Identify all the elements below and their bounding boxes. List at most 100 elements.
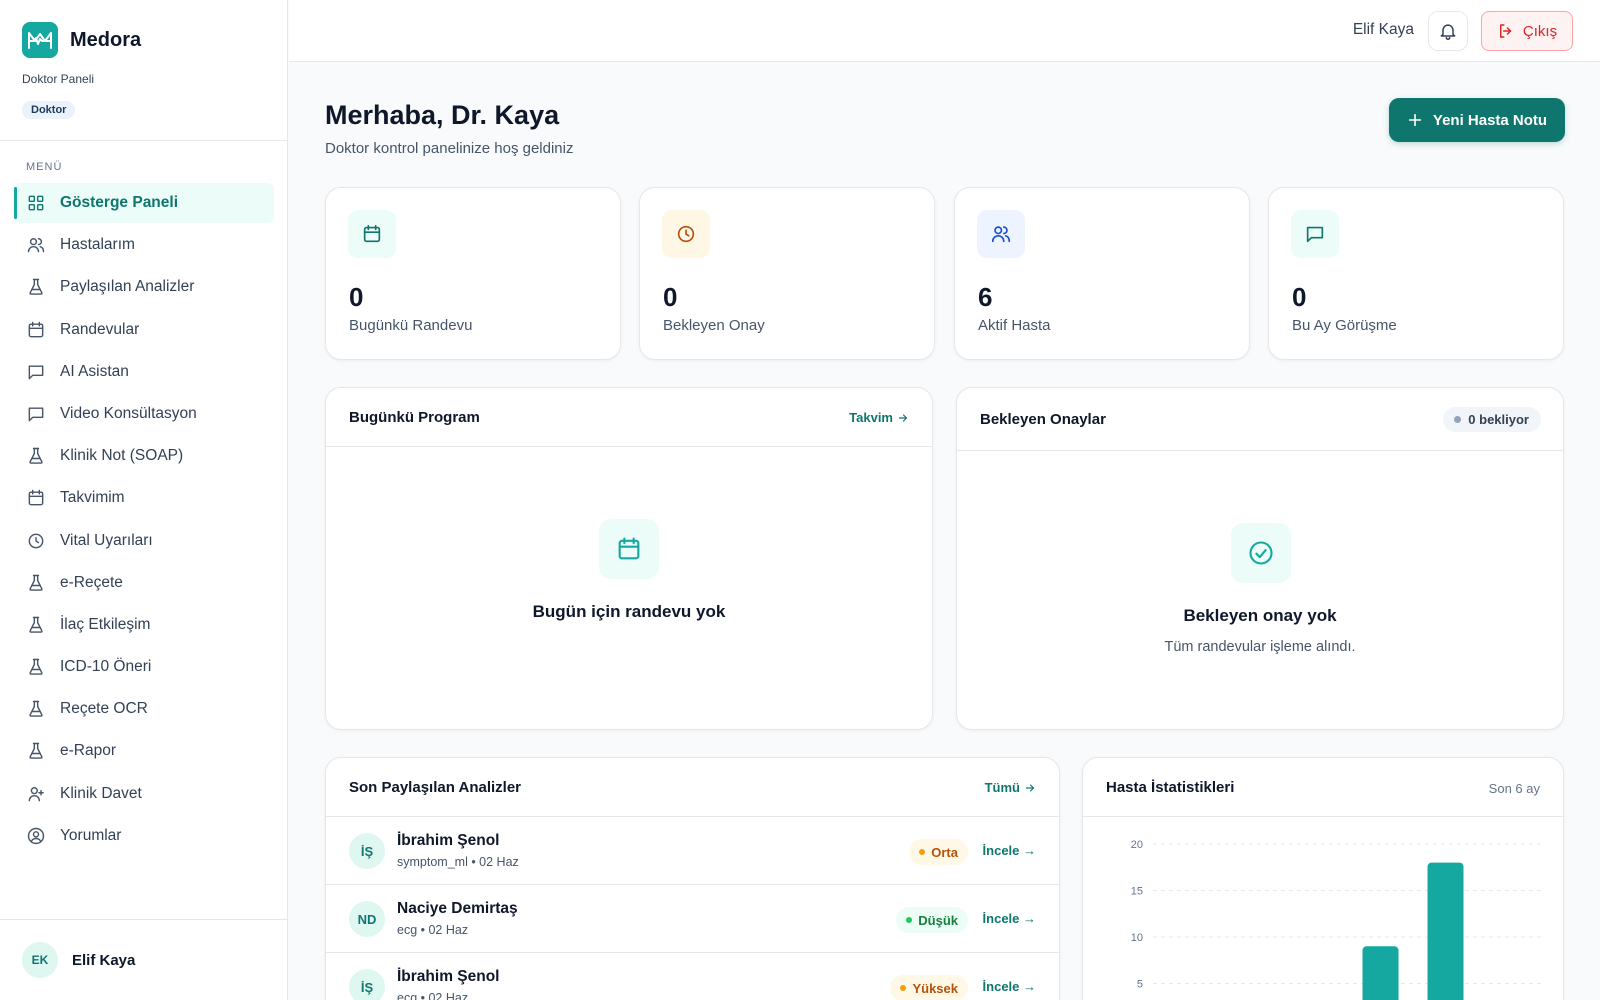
all-analyses-link[interactable]: Tümü bbox=[985, 780, 1036, 795]
sidebar-user[interactable]: EK Elif Kaya bbox=[22, 942, 135, 978]
sidebar-item-label: Reçete OCR bbox=[60, 700, 148, 718]
empty-state-subtitle: Tüm randevular işleme alındı. bbox=[1164, 639, 1356, 655]
avatar: İŞ bbox=[349, 833, 385, 869]
patient-name: İbrahim Şenol bbox=[397, 832, 500, 849]
menu-label: MENÜ bbox=[26, 161, 63, 173]
calendar-icon bbox=[28, 490, 44, 506]
card-title: Hasta İstatistikleri bbox=[1106, 779, 1235, 796]
avatar: EK bbox=[22, 942, 58, 978]
patient-name: İbrahim Şenol bbox=[397, 968, 500, 985]
sidebar-item-i-laç-etkileşim[interactable]: İlaç Etkileşim bbox=[14, 605, 274, 645]
flask-icon bbox=[29, 658, 43, 675]
logout-icon bbox=[1499, 24, 1512, 38]
status-dot bbox=[919, 849, 926, 855]
sidebar-item-yorumlar[interactable]: Yorumlar bbox=[14, 816, 274, 856]
sidebar-footer-divider bbox=[0, 919, 288, 920]
chart-bar[interactable] bbox=[1427, 862, 1464, 1000]
topbar-user-name[interactable]: Elif Kaya bbox=[1353, 21, 1414, 39]
avatar: ND bbox=[349, 901, 385, 937]
list-item[interactable]: İŞ İbrahim Şenol ecg • 02 Haz Yüksek İnc… bbox=[326, 953, 1059, 1000]
bell-icon bbox=[1440, 24, 1456, 41]
logout-button[interactable]: Çıkış bbox=[1481, 11, 1573, 51]
check-circle-icon bbox=[1231, 523, 1291, 583]
sidebar-item-takvimim[interactable]: Takvimim bbox=[14, 478, 274, 518]
stat-card-active-patients[interactable]: 6 Aktif Hasta bbox=[954, 187, 1250, 360]
sidebar: Medora Doktor Paneli Doktor MENÜ Gösterg… bbox=[0, 0, 288, 1000]
sidebar-item-vital-uyarıları[interactable]: Vital Uyarıları bbox=[14, 521, 274, 561]
sidebar-item-label: Gösterge Paneli bbox=[60, 194, 179, 211]
y-tick-label: 20 bbox=[1131, 839, 1143, 851]
medora-logo-icon bbox=[22, 22, 58, 58]
sidebar-item-klinik-not-soap[interactable]: Klinik Not (SOAP) bbox=[14, 436, 274, 476]
sidebar-item-paylaşılan-analizler[interactable]: Paylaşılan Analizler bbox=[14, 267, 274, 307]
stat-card-today-appointments[interactable]: 0 Bugünkü Randevu bbox=[325, 187, 621, 360]
calendar-icon bbox=[348, 210, 396, 258]
list-item[interactable]: ND Naciye Demirtaş ecg • 02 Haz Düşük İn… bbox=[326, 885, 1059, 953]
status-dot bbox=[906, 917, 913, 923]
notifications-button[interactable] bbox=[1428, 11, 1468, 51]
status-dot bbox=[1454, 416, 1462, 423]
message-icon bbox=[1291, 210, 1339, 258]
sidebar-item-label: Klinik Not (SOAP) bbox=[60, 447, 184, 465]
risk-badge: Yüksek bbox=[890, 975, 968, 1000]
sidebar-item-e-rapor[interactable]: e-Rapor bbox=[14, 731, 274, 771]
flask-icon bbox=[29, 447, 43, 464]
sidebar-item-klinik-davet[interactable]: Klinik Davet bbox=[14, 774, 274, 814]
waiting-count-label: 0 bekliyor bbox=[1468, 412, 1529, 427]
calendar-link[interactable]: Takvim bbox=[849, 410, 909, 425]
clock-icon bbox=[28, 533, 44, 548]
sidebar-nav: Gösterge Paneli Hastalarım Paylaşılan Anal… bbox=[14, 183, 274, 858]
sidebar-item-gösterge-paneli[interactable]: Gösterge Paneli bbox=[14, 183, 274, 223]
sidebar-item-label: Randevular bbox=[60, 320, 140, 338]
y-tick-label: 10 bbox=[1131, 932, 1143, 944]
analysis-meta: ecg • 02 Haz bbox=[397, 991, 469, 1000]
sidebar-item-label: Vital Uyarıları bbox=[60, 531, 153, 549]
recent-analyses-card: Son Paylaşılan Analizler Tümü İŞ İbrahim… bbox=[325, 757, 1060, 1000]
message-icon bbox=[28, 365, 44, 380]
brand-name: Medora bbox=[70, 28, 142, 51]
chart-bar[interactable] bbox=[1362, 946, 1399, 1000]
analysis-meta: ecg • 02 Haz bbox=[397, 923, 469, 937]
topbar: Elif Kaya Çıkış bbox=[289, 0, 1600, 62]
sidebar-divider bbox=[0, 140, 288, 141]
new-patient-note-button[interactable]: Yeni Hasta Notu bbox=[1389, 98, 1565, 142]
sidebar-item-reçete-ocr[interactable]: Reçete OCR bbox=[14, 689, 274, 729]
flask-icon bbox=[29, 574, 43, 591]
stat-value: 6 bbox=[978, 282, 993, 312]
stat-label: Bu Ay Görüşme bbox=[1292, 317, 1397, 334]
sidebar-item-randevular[interactable]: Randevular bbox=[14, 310, 274, 350]
review-link[interactable]: İncele → bbox=[983, 843, 1036, 858]
sidebar-item-label: Hastalarım bbox=[60, 236, 135, 254]
sidebar-item-ai-asistan[interactable]: AI Asistan bbox=[14, 352, 274, 392]
stat-label: Bekleyen Onay bbox=[663, 317, 765, 334]
sidebar-item-hastalarım[interactable]: Hastalarım bbox=[14, 225, 274, 265]
stat-value: 0 bbox=[663, 282, 678, 312]
patient-name: Naciye Demirtaş bbox=[397, 900, 518, 917]
empty-state-title: Bugün için randevu yok bbox=[532, 602, 726, 621]
risk-label: Orta bbox=[931, 844, 958, 860]
analysis-meta: symptom_ml • 02 Haz bbox=[397, 855, 519, 869]
sidebar-item-icd-10-öneri[interactable]: ICD-10 Öneri bbox=[14, 647, 274, 687]
risk-label: Yüksek bbox=[912, 980, 958, 996]
empty-state-title: Bekleyen onay yok bbox=[1183, 606, 1337, 625]
review-link[interactable]: İncele → bbox=[983, 911, 1036, 926]
stat-card-pending-approval[interactable]: 0 Bekleyen Onay bbox=[639, 187, 935, 360]
brand[interactable]: Medora bbox=[22, 22, 141, 58]
flask-icon bbox=[29, 279, 43, 296]
sidebar-item-e-reçete[interactable]: e-Reçete bbox=[14, 563, 274, 603]
list-item[interactable]: İŞ İbrahim Şenol symptom_ml • 02 Haz Ort… bbox=[326, 817, 1059, 885]
calendar-icon bbox=[28, 321, 44, 337]
arrow-right-icon bbox=[898, 413, 908, 422]
y-tick-label: 5 bbox=[1137, 979, 1143, 991]
sidebar-item-label: Paylaşılan Analizler bbox=[60, 278, 195, 296]
role-badge: Doktor bbox=[22, 101, 76, 119]
sidebar-item-label: e-Rapor bbox=[60, 742, 116, 760]
sidebar-item-video-konsültasyon[interactable]: Video Konsültasyon bbox=[14, 394, 274, 434]
review-link[interactable]: İncele → bbox=[983, 979, 1036, 994]
plus-icon bbox=[1408, 113, 1422, 127]
card-header: Bugünkü Program Takvim bbox=[326, 388, 932, 447]
stat-card-monthly-consultations[interactable]: 0 Bu Ay Görüşme bbox=[1268, 187, 1564, 360]
sidebar-item-label: ICD-10 Öneri bbox=[60, 658, 152, 676]
chart-range-label: Son 6 ay bbox=[1488, 781, 1540, 796]
clock-icon bbox=[662, 210, 710, 258]
